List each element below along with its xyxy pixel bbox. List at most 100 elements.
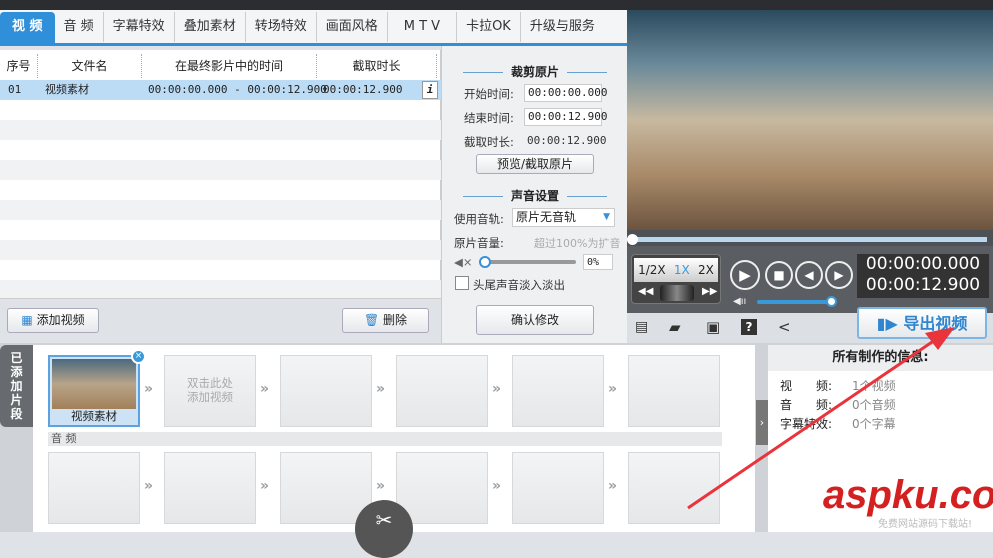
clip-settings-panel: 裁剪原片 开始时间: 00:00:00.000 结束时间: 00:00:12.9… <box>441 46 627 343</box>
tab-upgrade[interactable]: 升级与服务 <box>521 12 604 42</box>
audio-slot[interactable] <box>628 452 720 524</box>
start-time-input[interactable]: 00:00:00.000 <box>524 84 607 102</box>
info-icon[interactable]: i <box>422 81 438 99</box>
end-label: 结束时间: <box>464 111 514 125</box>
clip-name: 视频素材 <box>71 409 117 423</box>
remove-clip-icon[interactable]: × <box>131 349 146 364</box>
info-row: 视 频: 1个视频 <box>780 379 896 393</box>
preview-trim-button[interactable]: 预览/截取原片 <box>476 154 594 174</box>
fade-checkbox[interactable] <box>455 276 469 290</box>
add-video-button[interactable]: ▦ 添加视频 <box>7 308 99 333</box>
player-volume-slider[interactable] <box>757 296 837 307</box>
track-label: 使用音轨: <box>454 212 504 226</box>
trim-title: 裁剪原片 <box>442 63 628 80</box>
volume-hint: 超过100%为扩音 <box>534 237 621 250</box>
title-bar <box>0 0 993 10</box>
clip-thumbnail <box>52 359 136 409</box>
watermark-subtitle: 免费网站源码下载站! <box>878 519 973 530</box>
film-add-icon: ▦ <box>21 313 37 327</box>
new-file-icon[interactable]: ▤ <box>635 319 648 335</box>
clip-timeline: 视频素材 × 双击此处 添加视频 » » » » » 音 频 »»»»» ✂ <box>33 345 755 558</box>
tab-video[interactable]: 视 频 <box>0 11 55 45</box>
arrow-icon: » <box>608 381 618 397</box>
audio-slot[interactable] <box>512 452 604 524</box>
tab-transition[interactable]: 转场特效 <box>246 11 317 42</box>
tab-audio[interactable]: 音 频 <box>55 11 104 42</box>
play-icon[interactable]: ▶ <box>730 260 760 290</box>
clip-buttons: ▦ 添加视频 🗑 删除 <box>0 298 441 343</box>
col-duration: 截取时长 <box>317 54 437 78</box>
chevron-down-icon: ▼ <box>603 212 610 222</box>
row-name: 视频素材 <box>45 83 89 96</box>
volume-input[interactable]: 0% <box>583 254 613 270</box>
info-title: 所有制作的信息: <box>768 345 993 371</box>
end-time-input[interactable]: 00:00:12.900 <box>524 108 607 126</box>
sound-title: 声音设置 <box>442 187 628 204</box>
slider-thumb[interactable] <box>479 256 491 268</box>
empty-slot[interactable] <box>512 355 604 427</box>
player-controls: 1/2X 1X 2X ◀◀ ▶▶ ▶ ■ ◀ ▶ ◀ıı 00:00:00.00… <box>627 246 993 313</box>
fade-label: 头尾声音淡入淡出 <box>473 278 565 292</box>
arrow-icon: » <box>260 381 270 397</box>
tab-style[interactable]: 画面风格 <box>317 11 388 42</box>
share-icon[interactable]: < <box>778 318 791 336</box>
col-time: 在最终影片中的时间 <box>142 54 317 78</box>
volume-icon: ◀ıı <box>733 296 747 307</box>
added-clips-tab[interactable]: 已添加片段 <box>0 345 33 427</box>
speed-half[interactable]: 1/2X <box>638 263 666 277</box>
expand-panel-icon[interactable]: › <box>756 400 768 445</box>
start-label: 开始时间: <box>464 87 514 101</box>
row-duration: 00:00:12.900 <box>323 83 403 96</box>
progress-thumb[interactable] <box>627 234 638 245</box>
video-preview <box>627 10 993 230</box>
arrow-icon: » <box>376 381 386 397</box>
row-time: 00:00:00.000 - 00:00:12.900 <box>148 83 327 96</box>
table-row[interactable]: 01 视频素材 00:00:00.000 - 00:00:12.900 00:0… <box>0 80 441 100</box>
empty-slot[interactable] <box>280 355 372 427</box>
tab-overlay[interactable]: 叠加素材 <box>175 11 246 42</box>
jog-wheel[interactable] <box>660 285 694 301</box>
file-table: 序号 文件名 在最终影片中的时间 截取时长 01 视频素材 00:00:00.0… <box>0 50 441 298</box>
prev-frame-icon[interactable]: ◀ <box>795 261 823 289</box>
tab-subtitle[interactable]: 字幕特效 <box>104 11 175 42</box>
current-time: 00:00:00.000 <box>865 254 981 274</box>
confirm-button[interactable]: 确认修改 <box>476 305 594 335</box>
empty-slot[interactable] <box>628 355 720 427</box>
progress-bar[interactable] <box>627 230 993 246</box>
add-clip-slot[interactable]: 双击此处 添加视频 <box>164 355 256 427</box>
watermark-logo: aspku.com <box>823 473 993 517</box>
delete-button[interactable]: 🗑 删除 <box>342 308 429 333</box>
speed-1x[interactable]: 1X <box>674 263 690 277</box>
help-icon[interactable]: ? <box>741 319 757 335</box>
track-select[interactable]: 原片无音轨 ▼ <box>512 208 615 227</box>
audio-slot[interactable] <box>48 452 140 524</box>
volume-slider[interactable] <box>479 256 576 268</box>
clip-item[interactable]: 视频素材 × <box>48 349 146 427</box>
tab-mtv[interactable]: M T V <box>388 11 458 42</box>
arrow-icon: » <box>492 381 502 397</box>
speed-2x[interactable]: 2X <box>698 263 714 277</box>
empty-slot[interactable] <box>396 355 488 427</box>
next-frame-icon[interactable]: ▶ <box>825 261 853 289</box>
tab-karaoke[interactable]: 卡拉OK <box>457 11 521 42</box>
audio-slot[interactable] <box>396 452 488 524</box>
open-folder-icon[interactable]: ▰ <box>669 318 681 336</box>
row-index: 01 <box>8 83 22 96</box>
mute-icon: ◀× <box>454 255 473 269</box>
file-toolbar: ▤ ▰ ▣ ? < ▮▶ 导出视频 <box>627 307 993 343</box>
scissors-icon[interactable]: ✂ <box>355 500 413 558</box>
total-time: 00:00:12.900 <box>865 275 981 295</box>
audio-slot[interactable] <box>164 452 256 524</box>
rewind-icon[interactable]: ◀◀ <box>638 286 653 297</box>
info-row: 字幕特效: 0个字幕 <box>780 417 896 431</box>
forward-icon[interactable]: ▶▶ <box>702 286 717 297</box>
export-video-button[interactable]: ▮▶ 导出视频 <box>857 307 987 339</box>
col-name: 文件名 <box>38 54 142 78</box>
volume-label: 原片音量: <box>454 236 504 250</box>
duration-value: 00:00:12.900 <box>527 134 607 147</box>
stop-icon[interactable]: ■ <box>765 261 793 289</box>
info-row: 音 频: 0个音频 <box>780 398 896 412</box>
audio-track-label: 音 频 <box>48 432 722 446</box>
main-tabs: 视 频 音 频 字幕特效 叠加素材 转场特效 画面风格 M T V 卡拉OK 升… <box>0 10 627 46</box>
save-icon[interactable]: ▣ <box>706 318 720 336</box>
